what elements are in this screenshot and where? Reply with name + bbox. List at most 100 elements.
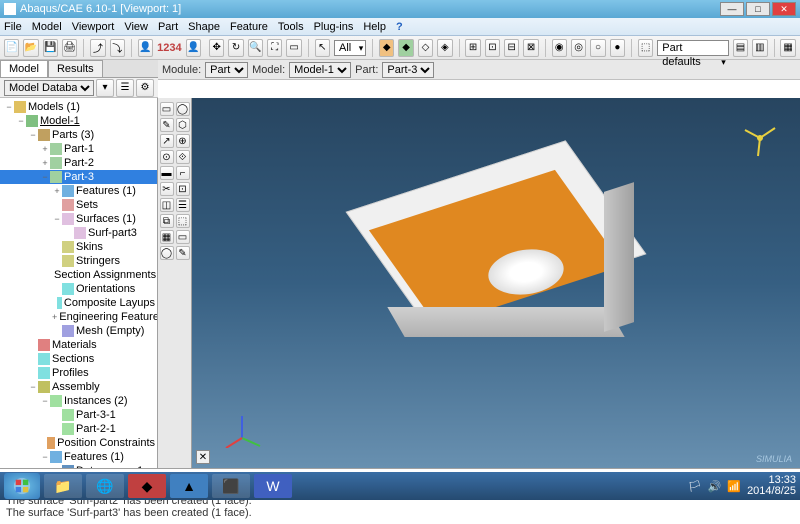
tray-tool-5-1[interactable]: ⊡	[176, 182, 190, 196]
all-select[interactable]: All	[334, 40, 366, 56]
db-filter-icon[interactable]: ▾	[96, 79, 114, 97]
model-database-select[interactable]: Model Database	[4, 80, 94, 96]
tree-node[interactable]: −Instances (2)	[0, 394, 157, 408]
tree-node[interactable]: Part-3-1	[0, 408, 157, 422]
tray-tool-1-1[interactable]: ⬡	[176, 118, 190, 132]
rotate-icon[interactable]: ↻	[228, 39, 243, 57]
tray-tool-8-0[interactable]: ▦	[160, 230, 174, 244]
tray-tool-7-0[interactable]: ⧉	[160, 214, 174, 228]
expand-icon[interactable]: −	[40, 396, 50, 406]
module-select[interactable]: Part	[205, 62, 248, 78]
tree-node[interactable]: Skins	[0, 240, 157, 254]
tool-a[interactable]: ⤴	[90, 39, 105, 57]
tray-tool-0-0[interactable]: ▭	[160, 102, 174, 116]
taskbar-app2[interactable]: ▲	[170, 474, 208, 498]
tree-node[interactable]: −Surfaces (1)	[0, 212, 157, 226]
tray-tool-6-1[interactable]: ☰	[176, 198, 190, 212]
ring2[interactable]: ◎	[571, 39, 586, 57]
tree-node[interactable]: Sections	[0, 352, 157, 366]
menu-viewport[interactable]: Viewport	[72, 21, 115, 33]
menu-shape[interactable]: Shape	[188, 21, 220, 33]
shade4[interactable]: ◈	[437, 39, 452, 57]
tray-tool-0-1[interactable]: ◯	[176, 102, 190, 116]
tree-node[interactable]: −Part-3	[0, 170, 157, 184]
expand-icon[interactable]: +	[52, 186, 62, 196]
opt1[interactable]: ▤	[733, 39, 748, 57]
expand-icon[interactable]: −	[4, 102, 14, 112]
tray-tool-5-0[interactable]: ✂	[160, 182, 174, 196]
start-button[interactable]	[4, 473, 40, 499]
system-tray[interactable]: 🏳 🔊 📶 13:33 2014/8/25	[688, 475, 796, 497]
tree-node[interactable]: +Engineering Features	[0, 310, 157, 324]
menu-feature[interactable]: Feature	[230, 21, 268, 33]
tree-node[interactable]: +Features (1)	[0, 184, 157, 198]
minimize-button[interactable]: —	[720, 2, 744, 16]
db-opt-icon[interactable]: ⚙	[136, 79, 154, 97]
open-button[interactable]: 📂	[23, 39, 38, 57]
cursor-icon[interactable]: ↖	[315, 39, 330, 57]
tray-volume-icon[interactable]: 🔊	[708, 480, 722, 493]
tree-node[interactable]: Part-2-1	[0, 422, 157, 436]
view-triad-icon[interactable]	[740, 118, 780, 158]
person2-icon[interactable]: 👤	[186, 39, 201, 57]
taskbar-app1[interactable]: ◆	[128, 474, 166, 498]
person-icon[interactable]: 👤	[138, 39, 153, 57]
tool-x[interactable]: ⬚	[638, 39, 653, 57]
taskbar-app3[interactable]: ⬛	[212, 474, 250, 498]
expand-icon[interactable]: +	[40, 158, 50, 168]
menu-file[interactable]: File	[4, 21, 22, 33]
tray-tool-2-1[interactable]: ⊕	[176, 134, 190, 148]
shade1[interactable]: ◆	[379, 39, 394, 57]
expand-icon[interactable]: −	[28, 130, 38, 140]
tray-tool-9-0[interactable]: ◯	[160, 246, 174, 260]
tree-node[interactable]: −Assembly	[0, 380, 157, 394]
model-select[interactable]: Model-1	[289, 62, 351, 78]
tray-tool-9-1[interactable]: ✎	[176, 246, 190, 260]
tray-flag-icon[interactable]: 🏳	[688, 480, 702, 493]
help-icon[interactable]: ?	[396, 21, 403, 33]
tray-tool-4-0[interactable]: ▬	[160, 166, 174, 180]
tree-node[interactable]: −Model-1	[0, 114, 157, 128]
expand-icon[interactable]: −	[16, 116, 26, 126]
tray-tool-2-0[interactable]: ↗	[160, 134, 174, 148]
pan-icon[interactable]: ✥	[209, 39, 224, 57]
expand-icon[interactable]: −	[28, 382, 38, 392]
expand-icon[interactable]: +	[52, 312, 57, 322]
menu-part[interactable]: Part	[158, 21, 178, 33]
tree-node[interactable]: −Parts (3)	[0, 128, 157, 142]
tree-node[interactable]: Sets	[0, 198, 157, 212]
tree-node[interactable]: Stringers	[0, 254, 157, 268]
ring1[interactable]: ◉	[552, 39, 567, 57]
taskbar-word[interactable]: W	[254, 474, 292, 498]
shade2[interactable]: ◆	[398, 39, 413, 57]
tray-network-icon[interactable]: 📶	[727, 480, 741, 493]
part-defaults-select[interactable]: Part defaults	[657, 40, 729, 56]
new-button[interactable]: 📄	[4, 39, 19, 57]
tray-tool-7-1[interactable]: ⬚	[176, 214, 190, 228]
expand-icon[interactable]: −	[52, 214, 62, 224]
menu-plug-ins[interactable]: Plug-ins	[314, 21, 354, 33]
tray-tool-8-1[interactable]: ▭	[176, 230, 190, 244]
ring4[interactable]: ●	[610, 39, 625, 57]
tab-model[interactable]: Model	[0, 60, 48, 77]
tree-node[interactable]: +Part-1	[0, 142, 157, 156]
tree-node[interactable]: −Features (1)	[0, 450, 157, 464]
select-icon[interactable]: ▭	[286, 39, 301, 57]
tray-tool-4-1[interactable]: ⌐	[176, 166, 190, 180]
tray-tool-3-1[interactable]: ⟐	[176, 150, 190, 164]
tool-b[interactable]: ⤵	[110, 39, 125, 57]
viewport-num-4[interactable]: 4	[176, 42, 182, 54]
final[interactable]: ▦	[780, 39, 795, 57]
tray-tool-3-0[interactable]: ⊙	[160, 150, 174, 164]
tree-node[interactable]: −Models (1)	[0, 100, 157, 114]
tree-node[interactable]: Section Assignments	[0, 268, 157, 282]
close-button[interactable]: ✕	[772, 2, 796, 16]
model-tree[interactable]: −Models (1)−Model-1−Parts (3)+Part-1 + Par…	[0, 98, 158, 468]
taskbar-explorer[interactable]: 📁	[44, 474, 82, 498]
menu-view[interactable]: View	[124, 21, 148, 33]
viewport[interactable]: ✕ SIMULIA	[192, 98, 800, 468]
fit-icon[interactable]: ⛶	[267, 39, 282, 57]
zoom-icon[interactable]: 🔍	[248, 39, 263, 57]
vis3[interactable]: ⊟	[504, 39, 519, 57]
tray-tool-6-0[interactable]: ◫	[160, 198, 174, 212]
